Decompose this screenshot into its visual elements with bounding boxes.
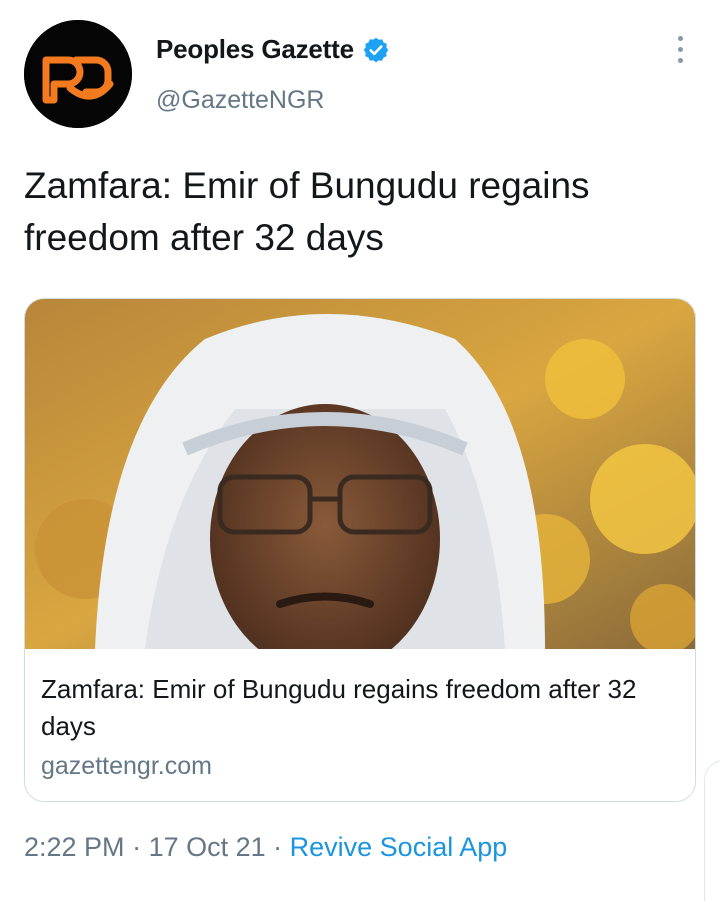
tweet-meta: 2:22 PM · 17 Oct 21 · Revive Social App bbox=[24, 832, 507, 863]
tweet-text: Zamfara: Emir of Bungudu regains freedom… bbox=[24, 165, 590, 258]
account-handle[interactable]: @GazetteNGR bbox=[156, 86, 324, 115]
link-card[interactable]: Zamfara: Emir of Bungudu regains freedom… bbox=[24, 298, 696, 802]
card-image[interactable] bbox=[25, 299, 695, 649]
verified-badge-icon bbox=[363, 37, 389, 62]
more-vertical-icon[interactable] bbox=[672, 36, 688, 70]
card-domain[interactable]: gazettengr.com bbox=[41, 752, 212, 781]
account-name[interactable]: Peoples Gazette bbox=[156, 34, 354, 65]
meta-separator: · bbox=[265, 832, 290, 862]
avatar[interactable] bbox=[24, 20, 132, 128]
tweet-source-link[interactable]: Revive Social App bbox=[290, 832, 508, 862]
meta-separator: · bbox=[124, 832, 149, 862]
pg-logo-icon bbox=[24, 20, 132, 128]
card-title[interactable]: Zamfara: Emir of Bungudu regains freedom… bbox=[41, 671, 686, 745]
tweet-time[interactable]: 2:22 PM bbox=[24, 832, 125, 862]
account-name-row[interactable]: Peoples Gazette bbox=[156, 34, 390, 65]
tweet-date[interactable]: 17 Oct 21 bbox=[149, 832, 266, 862]
adjacent-panel-edge bbox=[704, 760, 720, 901]
